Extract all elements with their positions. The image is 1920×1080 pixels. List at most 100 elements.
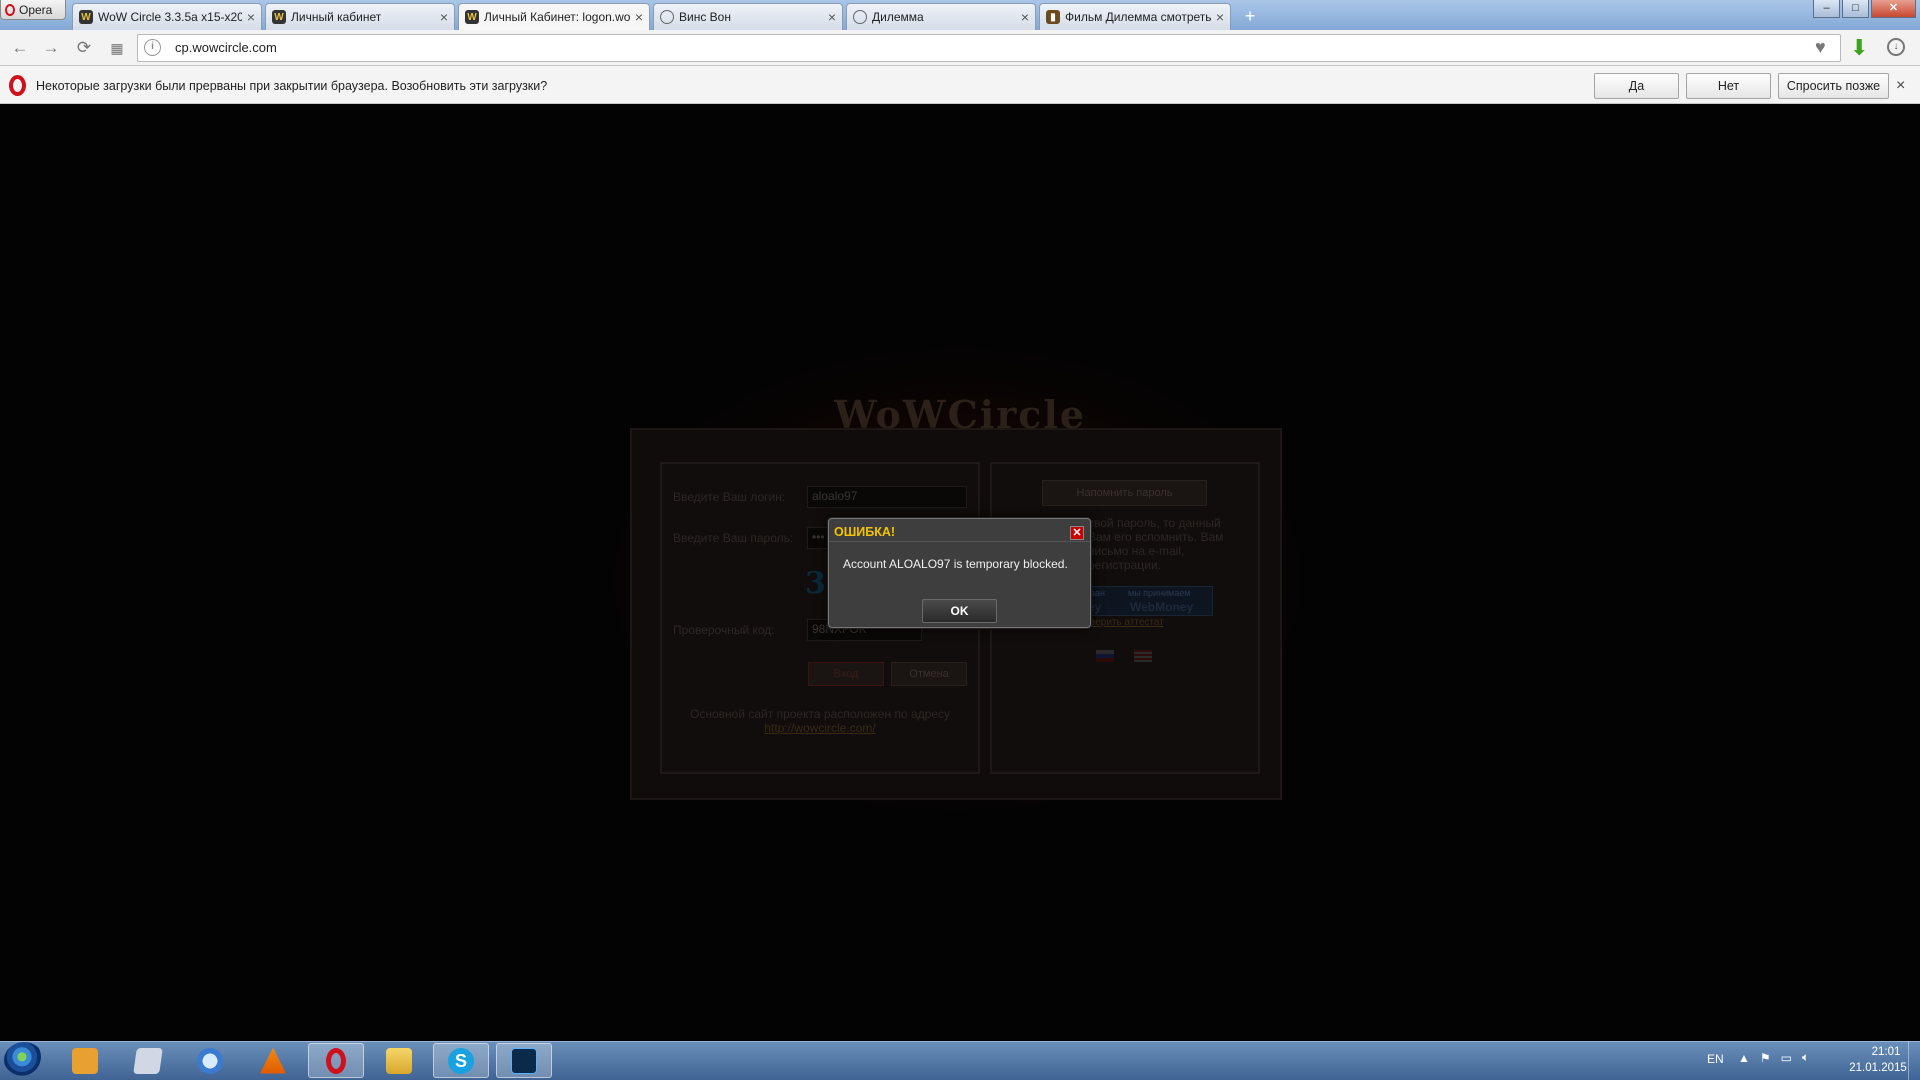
wow-favicon-icon: W [272,10,286,24]
opera-logo-icon [9,75,26,96]
battlenet-icon [511,1047,537,1074]
new-tab-button[interactable]: + [1240,6,1260,26]
tab-title: Личный кабинет [291,10,382,24]
main-site-link[interactable]: http://wowcircle.com/ [672,721,968,735]
password-input[interactable]: ••• [807,527,829,549]
globe-favicon-icon [660,10,674,24]
webmoney-badge[interactable]: аан мы принимаем ey WebMoney [1085,586,1213,616]
tab-personal-cabinet[interactable]: W Личный кабинет × [265,3,455,30]
info-icon[interactable]: i [144,39,161,56]
remind-text-line: письмо на e-mail, [1088,544,1185,558]
opera-icon [326,1047,346,1074]
tray-expand-icon[interactable]: ▲ [1738,1051,1750,1065]
us-flag-icon[interactable] [1134,650,1152,662]
captcha-label: Проверочный код: [673,623,775,637]
tab-close-icon[interactable]: × [1021,9,1029,25]
attestat-link[interactable]: верить аттестат [1090,617,1164,628]
ok-button[interactable]: OK [922,599,997,623]
close-icon[interactable]: ✕ [1070,526,1084,540]
language-indicator[interactable]: EN [1707,1052,1724,1066]
wow-favicon-icon: W [79,10,93,24]
remind-password-button[interactable]: Напомнить пароль [1042,480,1207,506]
url-text[interactable]: cp.wowcircle.com [175,40,277,55]
action-center-flag-icon[interactable]: ⚑ [1760,1051,1771,1065]
pay-tag-left: аан [1090,588,1105,598]
taskbar-app-vlc[interactable] [245,1043,301,1078]
tab-logon-wowcircle[interactable]: W Личный Кабинет: logon.wowcircle.com × [458,3,650,30]
taskbar-app-file[interactable] [120,1043,176,1078]
infobar-close-icon[interactable]: × [1896,77,1905,95]
forward-button[interactable]: → [40,37,62,59]
tab-title: Винс Вон [679,10,731,24]
login-submit-button[interactable]: Вход [808,662,884,686]
tab-close-icon[interactable]: × [828,9,836,25]
login-input[interactable]: aloalo97 [807,486,967,508]
taskbar-app-explorer[interactable] [371,1043,427,1078]
close-window-button[interactable]: ✕ [1871,0,1916,18]
captcha-image: 3 [805,566,826,601]
tab-vince-vaughn[interactable]: Винс Вон × [653,3,843,30]
russian-flag-icon[interactable] [1096,650,1114,662]
globe-favicon-icon [853,10,867,24]
login-label: Введите Ваш логин: [673,490,786,504]
tab-dilemma[interactable]: Дилемма × [846,3,1036,30]
taskbar-app-opera[interactable] [308,1043,364,1078]
arrow-left-icon: ← [11,38,29,57]
taskbar-app-battlenet[interactable] [496,1043,552,1078]
infobar-message: Некоторые загрузки были прерваны при зак… [36,79,548,93]
itunes-icon [197,1047,223,1074]
tab-close-icon[interactable]: × [440,9,448,25]
tab-close-icon[interactable]: × [1216,9,1224,25]
pay-tag-right: мы принимаем [1128,588,1191,598]
error-message: Account ALOALO97 is temporary blocked. [843,557,1068,571]
maximize-button[interactable]: □ [1842,0,1869,18]
back-button[interactable]: ← [9,37,31,59]
address-bar[interactable] [137,34,1841,62]
pay-right-brand: WebMoney [1130,600,1194,614]
heart-icon[interactable]: ♥ [1815,37,1826,58]
media-player-icon [72,1047,98,1074]
volume-icon[interactable]: 🔈︎ [1802,1050,1809,1065]
infobar-yes-button[interactable]: Да [1594,73,1679,99]
infobar-ask-later-button[interactable]: Спросить позже [1778,73,1889,99]
minimize-button[interactable]: – [1813,0,1840,18]
tab-dilemma-movie[interactable]: ▮ Фильм Дилемма смотреть онлайн × [1039,3,1231,30]
reload-icon: ⟳ [76,38,92,57]
network-icon[interactable]: ▭ [1781,1051,1792,1065]
start-button[interactable] [4,1042,44,1079]
tab-title: Личный Кабинет: logon.wowcircle.com [484,10,630,24]
vlc-icon [260,1047,286,1074]
remind-text-line: Вам его вспомнить. Вам [1088,530,1224,544]
taskbar-app-itunes[interactable] [182,1043,238,1078]
dialog-divider [829,541,1090,542]
show-desktop-button[interactable] [1908,1041,1920,1080]
film-favicon-icon: ▮ [1046,10,1060,24]
window-controls: – □ ✕ [1813,0,1916,18]
tab-title: Дилемма [872,10,924,24]
clock-date[interactable]: 21.01.2015 [1840,1062,1916,1074]
error-dialog-title: ОШИБКА! [834,525,896,539]
download-arrow-icon[interactable]: ⬇ [1850,35,1868,61]
login-cancel-button[interactable]: Отмена [891,662,967,686]
opera-menu-label: Opera [19,2,53,17]
download-circle-icon[interactable]: ↓ [1887,38,1905,56]
infobar-no-button[interactable]: Нет [1686,73,1771,99]
reload-button[interactable]: ⟳ [73,37,95,59]
remind-text-line: регистрации. [1088,558,1161,572]
file-icon [133,1047,163,1074]
clock-time[interactable]: 21:01 [1856,1046,1916,1058]
tab-wowcircle-forum[interactable]: W WoW Circle 3.3.5a x15-x20 × [72,3,262,30]
arrow-right-icon: → [42,38,60,57]
tab-title: Фильм Дилемма смотреть онлайн [1065,10,1211,24]
wow-favicon-icon: W [465,10,479,24]
speed-dial-button[interactable]: ▦ [106,37,128,59]
tab-title: WoW Circle 3.3.5a x15-x20 [98,10,242,24]
password-label: Введите Ваш пароль: [673,531,794,545]
taskbar-app-media-player[interactable] [57,1043,113,1078]
taskbar-app-skype[interactable]: S [433,1043,489,1078]
explorer-icon [386,1047,412,1074]
grid-icon: ▦ [110,40,124,56]
opera-menu-button[interactable]: Opera [0,0,66,20]
tab-close-icon[interactable]: × [635,9,643,25]
tab-close-icon[interactable]: × [247,9,255,25]
